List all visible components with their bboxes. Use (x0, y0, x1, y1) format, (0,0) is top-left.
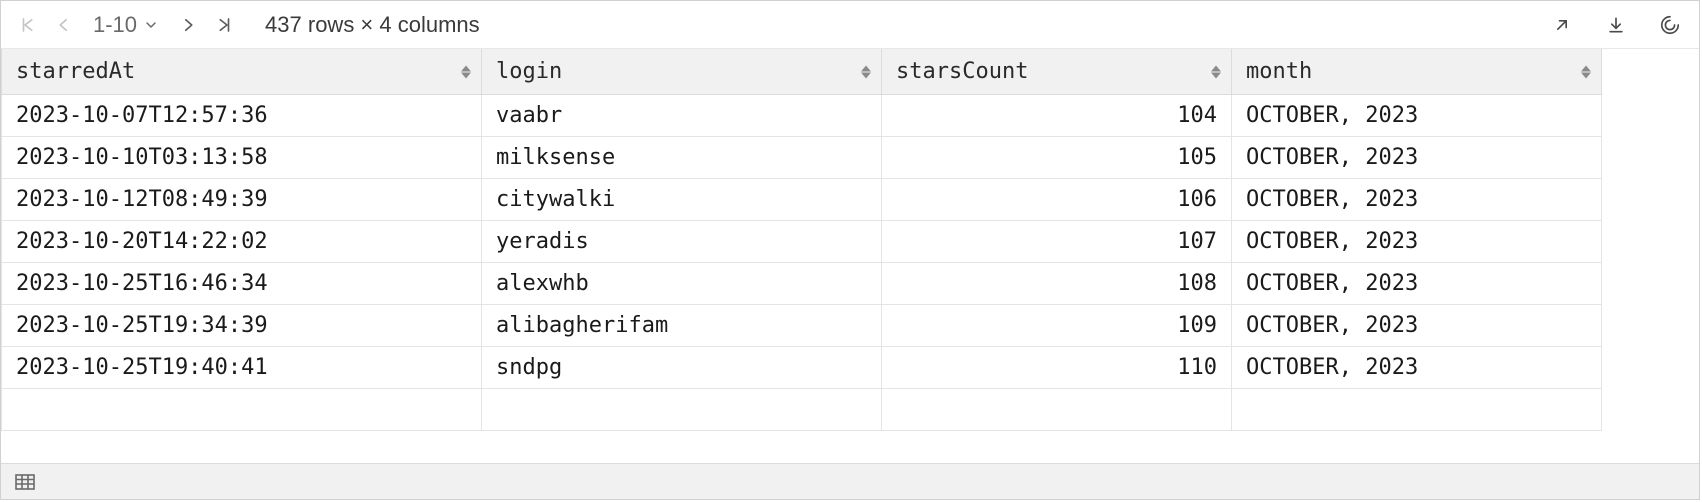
sort-icon[interactable] (861, 65, 871, 78)
table-header-row: starredAt login star (2, 49, 1602, 95)
open-external-button[interactable] (1547, 10, 1577, 40)
column-header-month[interactable]: month (1232, 49, 1602, 95)
table-row[interactable]: 2023-10-12T08:49:39 citywalki 106 OCTOBE… (2, 179, 1602, 221)
cell-login: vaabr (482, 95, 882, 137)
cell-starsCount: 109 (882, 305, 1232, 347)
column-label: login (496, 59, 562, 84)
cell-login: alibagherifam (482, 305, 882, 347)
cell-month: OCTOBER, 2023 (1232, 221, 1602, 263)
cell-month: OCTOBER, 2023 (1232, 95, 1602, 137)
prev-page-button[interactable] (51, 12, 77, 38)
cell-starsCount: 104 (882, 95, 1232, 137)
refresh-button[interactable] (1655, 10, 1685, 40)
first-page-button[interactable] (15, 12, 41, 38)
column-header-login[interactable]: login (482, 49, 882, 95)
sort-icon[interactable] (461, 65, 471, 78)
last-page-button[interactable] (211, 12, 237, 38)
cell-month (1232, 389, 1602, 431)
table-row[interactable]: 2023-10-20T14:22:02 yeradis 107 OCTOBER,… (2, 221, 1602, 263)
table-body: 2023-10-07T12:57:36 vaabr 104 OCTOBER, 2… (2, 95, 1602, 431)
column-label: starsCount (896, 59, 1028, 84)
cell-starredAt: 2023-10-10T03:13:58 (2, 137, 482, 179)
table-row[interactable]: 2023-10-10T03:13:58 milksense 105 OCTOBE… (2, 137, 1602, 179)
cell-starredAt: 2023-10-25T19:34:39 (2, 305, 482, 347)
sort-icon[interactable] (1211, 65, 1221, 78)
cell-month: OCTOBER, 2023 (1232, 137, 1602, 179)
footer-bar (1, 463, 1699, 499)
download-button[interactable] (1601, 10, 1631, 40)
cell-month: OCTOBER, 2023 (1232, 305, 1602, 347)
cell-starsCount: 110 (882, 347, 1232, 389)
cell-starredAt: 2023-10-12T08:49:39 (2, 179, 482, 221)
cell-login: milksense (482, 137, 882, 179)
cell-login (482, 389, 882, 431)
cell-month: OCTOBER, 2023 (1232, 179, 1602, 221)
table-icon[interactable] (15, 474, 35, 490)
cell-login: sndpg (482, 347, 882, 389)
cell-month: OCTOBER, 2023 (1232, 263, 1602, 305)
table-scroll-area[interactable]: starredAt login star (1, 49, 1699, 463)
page-range-dropdown[interactable]: 1-10 (93, 12, 159, 38)
table-row[interactable] (2, 389, 1602, 431)
cell-starredAt: 2023-10-25T19:40:41 (2, 347, 482, 389)
column-label: starredAt (16, 59, 135, 84)
cell-month: OCTOBER, 2023 (1232, 347, 1602, 389)
table-row[interactable]: 2023-10-07T12:57:36 vaabr 104 OCTOBER, 2… (2, 95, 1602, 137)
next-page-button[interactable] (175, 12, 201, 38)
sort-icon[interactable] (1581, 65, 1591, 78)
cell-starsCount: 108 (882, 263, 1232, 305)
row-count-summary: 437 rows × 4 columns (265, 12, 480, 38)
column-header-starsCount[interactable]: starsCount (882, 49, 1232, 95)
cell-starredAt: 2023-10-07T12:57:36 (2, 95, 482, 137)
chevron-down-icon (143, 17, 159, 33)
cell-login: yeradis (482, 221, 882, 263)
cell-starsCount: 106 (882, 179, 1232, 221)
column-label: month (1246, 59, 1312, 84)
page-range-label: 1-10 (93, 12, 137, 38)
cell-login: citywalki (482, 179, 882, 221)
cell-login: alexwhb (482, 263, 882, 305)
data-table: starredAt login star (1, 49, 1602, 431)
table-row[interactable]: 2023-10-25T19:34:39 alibagherifam 109 OC… (2, 305, 1602, 347)
cell-starsCount (882, 389, 1232, 431)
cell-starredAt: 2023-10-25T16:46:34 (2, 263, 482, 305)
cell-starredAt: 2023-10-20T14:22:02 (2, 221, 482, 263)
data-table-panel: 1-10 437 rows × 4 columns (0, 0, 1700, 500)
cell-starredAt (2, 389, 482, 431)
cell-starsCount: 105 (882, 137, 1232, 179)
table-row[interactable]: 2023-10-25T16:46:34 alexwhb 108 OCTOBER,… (2, 263, 1602, 305)
cell-starsCount: 107 (882, 221, 1232, 263)
table-row[interactable]: 2023-10-25T19:40:41 sndpg 110 OCTOBER, 2… (2, 347, 1602, 389)
toolbar: 1-10 437 rows × 4 columns (1, 1, 1699, 49)
column-header-starredAt[interactable]: starredAt (2, 49, 482, 95)
